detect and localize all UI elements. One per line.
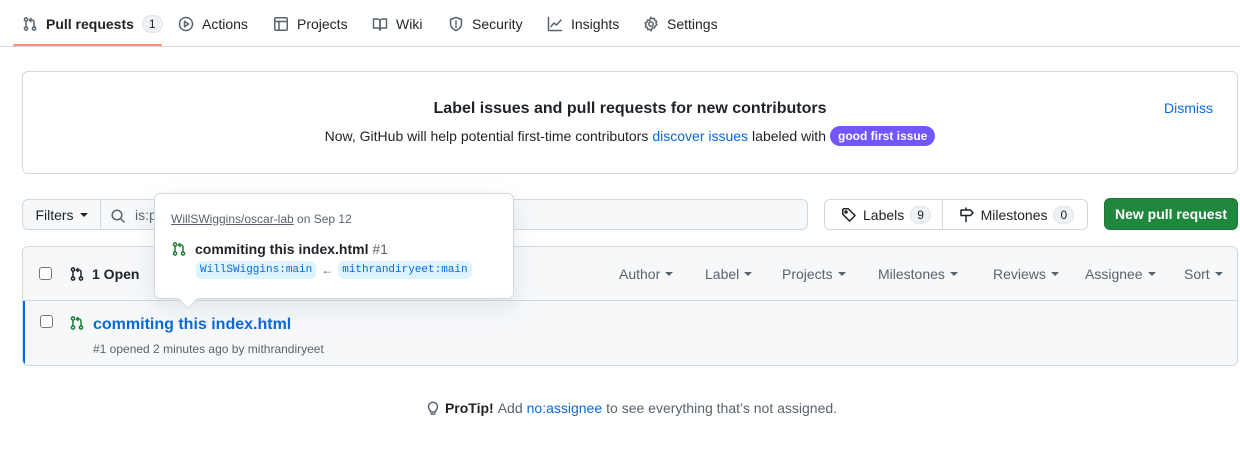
- row-checkbox[interactable]: [40, 315, 53, 328]
- tab-pull-requests-label: Pull requests: [46, 15, 134, 32]
- milestones-count: 0: [1053, 205, 1075, 224]
- tab-projects-label: Projects: [297, 15, 348, 32]
- hovercard-title[interactable]: commiting this index.html: [195, 241, 368, 257]
- chevron-down-icon: [1214, 272, 1223, 276]
- labels-button[interactable]: Labels 9: [825, 200, 942, 229]
- tab-wiki[interactable]: Wiki: [372, 0, 422, 47]
- open-filter[interactable]: 1 Open: [69, 266, 139, 282]
- tab-security[interactable]: Security: [448, 0, 523, 47]
- assignee-filter-label: Assignee: [1085, 266, 1143, 282]
- chevron-down-icon: [949, 272, 958, 276]
- milestones-button[interactable]: Milestones 0: [941, 200, 1087, 229]
- base-branch[interactable]: WillSWiggins:main: [196, 261, 317, 279]
- tab-actions-label: Actions: [202, 15, 248, 32]
- tab-projects[interactable]: Projects: [273, 0, 348, 47]
- protip-label: ProTip!: [444, 400, 494, 416]
- new-pull-request-button[interactable]: New pull request: [1104, 198, 1238, 230]
- hovercard-title-line: commiting this index.html #1: [171, 241, 388, 257]
- protip-before: Add: [497, 400, 523, 416]
- tab-actions[interactable]: Actions: [178, 0, 248, 47]
- tab-insights[interactable]: Insights: [547, 0, 619, 47]
- hovercard-number: #1: [372, 241, 388, 257]
- pull-requests-count: 1: [141, 14, 163, 33]
- banner-text: Now, GitHub will help potential first-ti…: [23, 126, 1237, 146]
- chevron-down-icon: [79, 212, 88, 217]
- dismiss-button[interactable]: Dismiss: [1164, 100, 1213, 116]
- open-count-label: 1 Open: [92, 266, 140, 282]
- hovercard-repo-line: WillSWiggins/oscar-lab on Sep 12: [171, 212, 352, 226]
- tab-settings-label: Settings: [667, 15, 718, 32]
- assignee-filter[interactable]: Assignee: [1085, 266, 1156, 282]
- pull-request-icon: [22, 16, 38, 32]
- head-branch[interactable]: mithrandiryeet:main: [338, 261, 472, 279]
- author-filter[interactable]: Author: [619, 266, 674, 282]
- tab-security-label: Security: [472, 15, 523, 32]
- sort-filter-label: Sort: [1184, 266, 1210, 282]
- shield-icon: [448, 16, 464, 32]
- protip-after: to see everything that’s not assigned.: [606, 400, 838, 416]
- list-item: commiting this index.html #1 opened 2 mi…: [23, 301, 1237, 365]
- pull-request-title-link[interactable]: commiting this index.html: [93, 316, 291, 334]
- discover-issues-link[interactable]: discover issues: [652, 128, 748, 144]
- tag-icon: [841, 207, 857, 223]
- chevron-down-icon: [1147, 272, 1156, 276]
- select-all-checkbox[interactable]: [39, 267, 52, 280]
- graph-icon: [547, 16, 563, 32]
- tab-wiki-label: Wiki: [396, 15, 423, 32]
- tab-pull-requests[interactable]: Pull requests 1: [22, 0, 163, 47]
- milestones-filter-label: Milestones: [878, 266, 945, 282]
- chevron-down-icon: [744, 272, 753, 276]
- chevron-down-icon: [837, 272, 846, 276]
- reviews-filter[interactable]: Reviews: [993, 266, 1059, 282]
- label-filter-label: Label: [705, 266, 740, 282]
- labels-milestones-group: Labels 9 Milestones 0: [824, 199, 1088, 230]
- play-circle-icon: [178, 16, 194, 32]
- banner-text-after: labeled with: [752, 128, 826, 144]
- hovercard-date: on Sep 12: [297, 212, 352, 226]
- projects-filter[interactable]: Projects: [782, 266, 846, 282]
- tab-settings[interactable]: Settings: [643, 0, 718, 47]
- search-icon: [110, 208, 126, 224]
- milestones-label: Milestones: [980, 206, 1048, 223]
- labels-count: 9: [910, 205, 931, 224]
- hovercard-branches: WillSWiggins:main ← mithrandiryeet:main: [196, 261, 472, 279]
- book-icon: [372, 16, 388, 32]
- filters-label: Filters: [35, 206, 74, 223]
- chevron-down-icon: [1050, 272, 1059, 276]
- projects-filter-label: Projects: [782, 266, 833, 282]
- filters-dropdown[interactable]: Filters: [22, 199, 101, 230]
- open-pull-request-icon: [69, 315, 85, 331]
- sort-filter[interactable]: Sort: [1184, 266, 1223, 282]
- pull-request-hovercard: WillSWiggins/oscar-lab on Sep 12 commiti…: [154, 193, 514, 309]
- author-filter-label: Author: [619, 266, 661, 282]
- pull-request-meta: #1 opened 2 minutes ago by mithrandiryee…: [93, 342, 324, 356]
- milestone-icon: [959, 206, 975, 223]
- pull-request-icon: [69, 266, 85, 282]
- good-first-issue-label[interactable]: good first issue: [829, 126, 936, 146]
- labels-label: Labels: [863, 206, 905, 223]
- tab-insights-label: Insights: [571, 15, 620, 32]
- label-filter[interactable]: Label: [705, 266, 753, 282]
- new-contributors-banner: Label issues and pull requests for new c…: [22, 71, 1238, 174]
- repo-nav: Pull requests 1 Actions Projects Wiki Se…: [0, 0, 1240, 47]
- selected-tab-underline: [13, 44, 162, 46]
- arrow-left-icon: ←: [321, 263, 334, 277]
- banner-text-before: Now, GitHub will help potential first-ti…: [324, 128, 649, 144]
- banner-title: Label issues and pull requests for new c…: [433, 100, 827, 117]
- no-assignee-link[interactable]: no:assignee: [527, 400, 603, 416]
- chevron-down-icon: [665, 272, 674, 276]
- light-bulb-icon: [425, 400, 441, 416]
- open-pull-request-icon: [171, 241, 187, 257]
- protip: ProTip! Add no:assignee to see everythin…: [0, 400, 1240, 416]
- milestones-filter[interactable]: Milestones: [878, 266, 958, 282]
- gear-icon: [643, 15, 659, 32]
- reviews-filter-label: Reviews: [993, 266, 1046, 282]
- table-icon: [273, 16, 289, 32]
- hovercard-repo-link[interactable]: WillSWiggins/oscar-lab: [171, 212, 294, 226]
